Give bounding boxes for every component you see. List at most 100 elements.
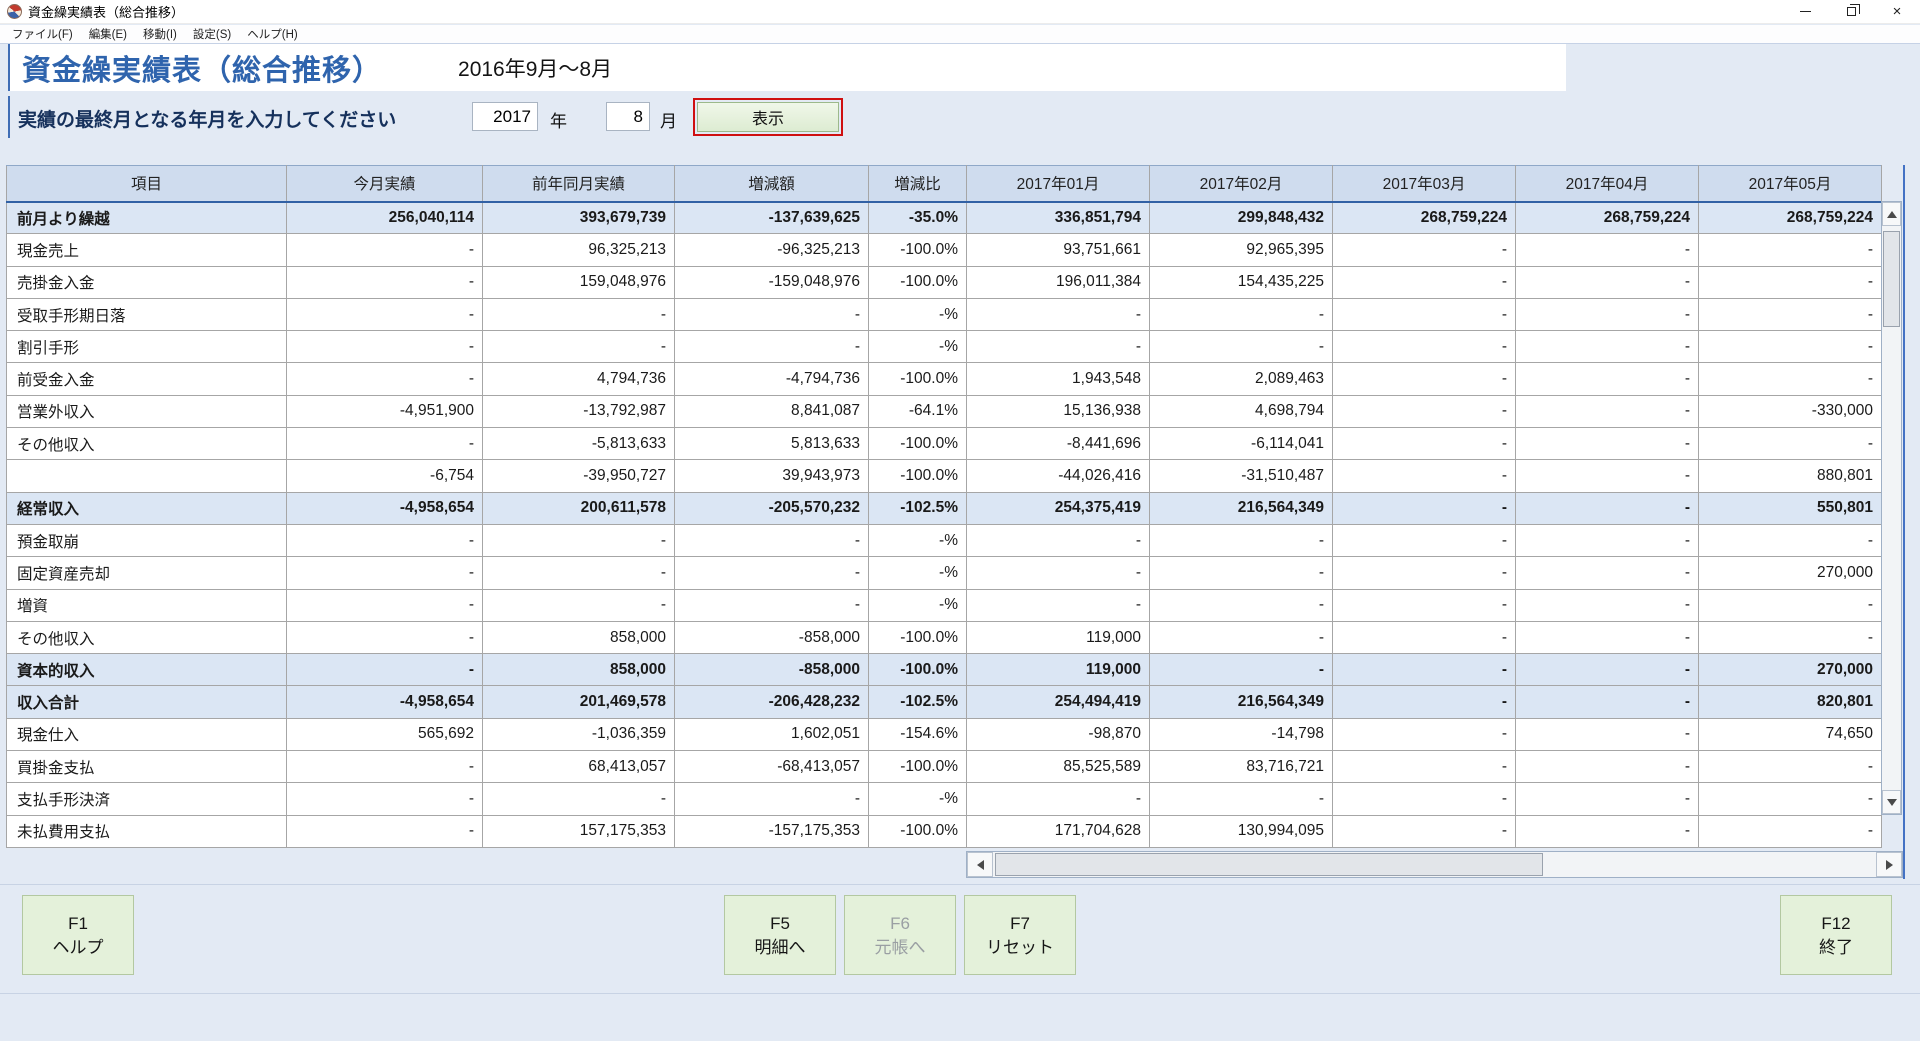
value-cell[interactable]: -4,958,654 [287,686,483,718]
value-cell[interactable]: - [1516,363,1699,395]
value-cell[interactable]: - [1516,718,1699,750]
value-cell[interactable]: -4,958,654 [287,492,483,524]
value-cell[interactable]: - [1333,492,1516,524]
value-cell[interactable]: 268,759,224 [1699,202,1882,234]
row-label-cell[interactable]: 現金仕入 [7,718,287,750]
row-label-cell[interactable]: 現金売上 [7,234,287,266]
value-cell[interactable]: - [483,783,675,815]
value-cell[interactable]: - [1150,783,1333,815]
value-cell[interactable]: - [1699,428,1882,460]
value-cell[interactable]: -68,413,057 [675,751,869,783]
value-cell[interactable]: 39,943,973 [675,460,869,492]
value-cell[interactable]: 880,801 [1699,460,1882,492]
value-cell[interactable]: - [287,557,483,589]
value-cell[interactable]: - [287,298,483,330]
table-row[interactable]: 売掛金入金-159,048,976-159,048,976-100.0%196,… [7,266,1882,298]
table-row[interactable]: その他収入-858,000-858,000-100.0%119,000---- [7,621,1882,653]
value-cell[interactable]: -100.0% [869,234,967,266]
value-cell[interactable]: - [287,589,483,621]
value-cell[interactable]: -100.0% [869,815,967,847]
horizontal-scrollbar[interactable] [966,851,1903,878]
value-cell[interactable]: - [287,654,483,686]
value-cell[interactable]: -% [869,783,967,815]
table-row[interactable]: 固定資産売却----%----270,000 [7,557,1882,589]
value-cell[interactable]: - [967,331,1150,363]
value-cell[interactable]: - [1699,524,1882,556]
value-cell[interactable]: - [483,557,675,589]
value-cell[interactable]: 119,000 [967,654,1150,686]
table-row[interactable]: 経常収入-4,958,654200,611,578-205,570,232-10… [7,492,1882,524]
value-cell[interactable]: - [1699,589,1882,621]
value-cell[interactable]: - [1333,460,1516,492]
row-label-cell[interactable]: その他収入 [7,428,287,460]
value-cell[interactable]: -100.0% [869,460,967,492]
value-cell[interactable]: - [1699,298,1882,330]
value-cell[interactable]: 4,698,794 [1150,395,1333,427]
value-cell[interactable]: -% [869,524,967,556]
value-cell[interactable]: - [1699,751,1882,783]
horizontal-scroll-thumb[interactable] [995,853,1543,876]
display-button[interactable]: 表示 [693,98,843,136]
value-cell[interactable]: - [1516,234,1699,266]
table-row[interactable]: 前受金入金-4,794,736-4,794,736-100.0%1,943,54… [7,363,1882,395]
value-cell[interactable]: - [675,557,869,589]
value-cell[interactable]: - [1333,298,1516,330]
value-cell[interactable]: - [1150,557,1333,589]
value-cell[interactable]: -100.0% [869,621,967,653]
value-cell[interactable]: - [967,589,1150,621]
value-cell[interactable]: - [1333,428,1516,460]
value-cell[interactable]: -44,026,416 [967,460,1150,492]
value-cell[interactable]: -31,510,487 [1150,460,1333,492]
value-cell[interactable]: - [1150,589,1333,621]
value-cell[interactable]: - [483,331,675,363]
value-cell[interactable]: -100.0% [869,363,967,395]
value-cell[interactable]: 858,000 [483,654,675,686]
value-cell[interactable]: - [1333,654,1516,686]
value-cell[interactable]: -100.0% [869,266,967,298]
vertical-scrollbar[interactable] [1881,201,1902,815]
table-row[interactable]: 資本的収入-858,000-858,000-100.0%119,000---27… [7,654,1882,686]
value-cell[interactable]: 92,965,395 [1150,234,1333,266]
value-cell[interactable]: - [1516,751,1699,783]
value-cell[interactable]: - [675,331,869,363]
value-cell[interactable]: - [1333,331,1516,363]
value-cell[interactable]: -4,794,736 [675,363,869,395]
value-cell[interactable]: - [675,589,869,621]
value-cell[interactable]: 93,751,661 [967,234,1150,266]
row-label-cell[interactable]: 買掛金支払 [7,751,287,783]
table-row[interactable]: 買掛金支払-68,413,057-68,413,057-100.0%85,525… [7,751,1882,783]
value-cell[interactable]: - [1333,266,1516,298]
menu-item[interactable]: ヘルプ(H) [239,25,305,43]
value-cell[interactable]: 8,841,087 [675,395,869,427]
value-cell[interactable]: 393,679,739 [483,202,675,234]
menu-item[interactable]: ファイル(F) [4,25,81,43]
value-cell[interactable]: - [1516,589,1699,621]
value-cell[interactable]: - [1516,621,1699,653]
value-cell[interactable]: -159,048,976 [675,266,869,298]
value-cell[interactable]: - [1150,331,1333,363]
table-row[interactable]: 現金仕入565,692-1,036,3591,602,051-154.6%-98… [7,718,1882,750]
value-cell[interactable]: 83,716,721 [1150,751,1333,783]
value-cell[interactable]: -96,325,213 [675,234,869,266]
value-cell[interactable]: - [1516,654,1699,686]
value-cell[interactable]: 299,848,432 [1150,202,1333,234]
value-cell[interactable]: - [1699,266,1882,298]
value-cell[interactable]: - [675,783,869,815]
value-cell[interactable]: -8,441,696 [967,428,1150,460]
value-cell[interactable]: - [483,524,675,556]
value-cell[interactable]: -206,428,232 [675,686,869,718]
fkey-f7-button[interactable]: F7リセット [964,895,1076,975]
value-cell[interactable]: 336,851,794 [967,202,1150,234]
value-cell[interactable]: - [287,331,483,363]
value-cell[interactable]: - [287,815,483,847]
value-cell[interactable]: 254,375,419 [967,492,1150,524]
value-cell[interactable]: 74,650 [1699,718,1882,750]
value-cell[interactable]: 154,435,225 [1150,266,1333,298]
value-cell[interactable]: -6,114,041 [1150,428,1333,460]
value-cell[interactable]: 256,040,114 [287,202,483,234]
table-row[interactable]: 割引手形----%----- [7,331,1882,363]
value-cell[interactable]: -6,754 [287,460,483,492]
value-cell[interactable]: - [1150,654,1333,686]
value-cell[interactable]: 268,759,224 [1516,202,1699,234]
value-cell[interactable]: -137,639,625 [675,202,869,234]
